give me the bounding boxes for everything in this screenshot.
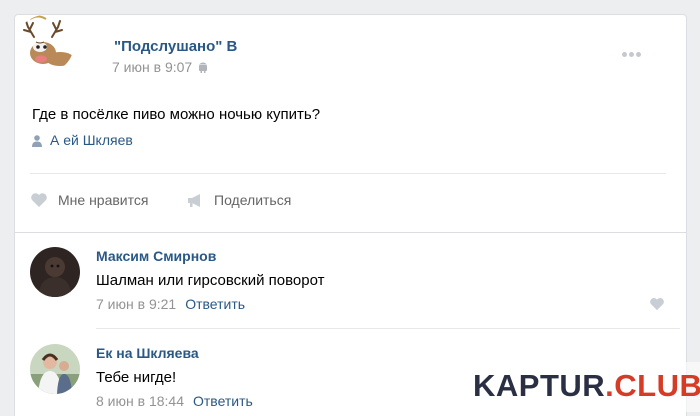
comment-text: Тебе нигде! xyxy=(96,369,177,386)
comment-meta: 7 июн в 9:21 Ответить xyxy=(96,296,245,312)
post-signer[interactable]: А ей Шкляев xyxy=(32,132,133,150)
post-divider xyxy=(30,173,666,174)
comment-meta: 8 июн в 18:44 Ответить xyxy=(96,393,253,409)
watermark-part2: .CLUB xyxy=(605,368,700,403)
commenter-name[interactable]: Максим Смирнов xyxy=(96,248,216,264)
comment-time[interactable]: 7 июн в 9:21 xyxy=(96,296,176,312)
share-label: Поделиться xyxy=(214,192,292,208)
megaphone-icon xyxy=(188,194,200,207)
watermark-part1: KAPTUR xyxy=(473,368,606,403)
share-button[interactable]: Поделиться xyxy=(186,189,316,213)
like-label: Мне нравится xyxy=(58,192,149,208)
android-icon xyxy=(198,60,208,76)
commenter-name[interactable]: Ек на Шкляева xyxy=(96,345,199,361)
comment-time[interactable]: 8 июн в 18:44 xyxy=(96,393,184,409)
more-options-icon[interactable] xyxy=(622,44,646,57)
like-button[interactable]: Мне нравится xyxy=(30,189,170,213)
reply-button[interactable]: Ответить xyxy=(185,296,245,312)
signer-name[interactable]: А ей Шкляев xyxy=(50,132,133,148)
reindeer-logo-icon xyxy=(16,15,74,73)
comment-item: Максим Смирнов Шалман или гирсовский пов… xyxy=(14,247,687,327)
comment-divider xyxy=(96,328,680,329)
commenter-avatar[interactable] xyxy=(30,344,80,394)
community-avatar[interactable] xyxy=(16,15,74,73)
comment-like-icon[interactable] xyxy=(649,297,665,316)
comment-text: Шалман или гирсовский поворот xyxy=(96,272,325,289)
heart-icon xyxy=(31,193,47,207)
post-time-text[interactable]: 7 июн в 9:07 xyxy=(112,59,192,75)
author-name[interactable]: "Подслушано" В xyxy=(114,38,237,55)
comments-separator xyxy=(14,232,687,233)
reply-button[interactable]: Ответить xyxy=(193,393,253,409)
post-timestamp[interactable]: 7 июн в 9:07 xyxy=(112,59,208,76)
post-header: "Подслушано" В 7 июн в 9:07 xyxy=(16,15,656,85)
commenter-avatar[interactable] xyxy=(30,247,80,297)
post-text: Где в посёлке пиво можно ночью купить? xyxy=(32,106,321,123)
user-icon xyxy=(32,134,42,150)
site-watermark: KAPTUR.CLUB xyxy=(461,362,700,412)
